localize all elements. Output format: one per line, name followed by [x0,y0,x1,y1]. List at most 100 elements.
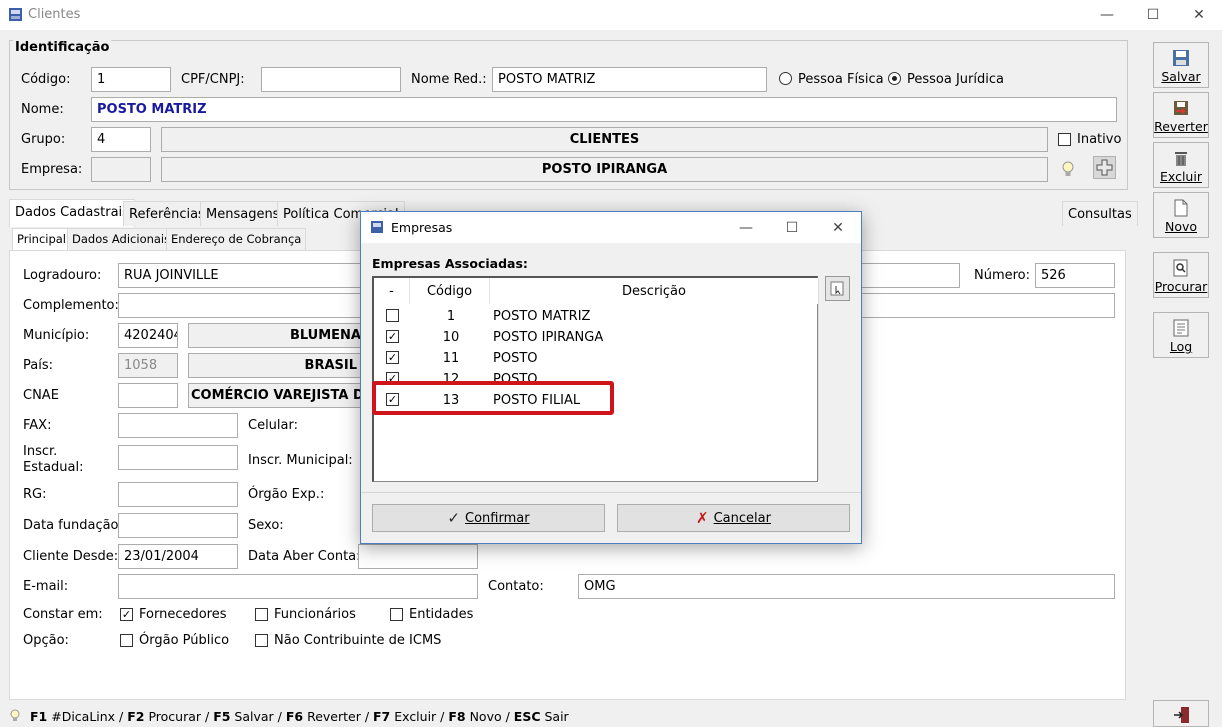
cnae-code-input[interactable] [118,383,178,408]
data-fundacao-input[interactable] [118,513,238,538]
cancelar-button[interactable]: ✗ Cancelar [617,504,850,532]
esc-key: ESC [513,709,541,724]
logradouro-input[interactable]: RUA JOINVILLE [118,263,368,288]
tab-consultas[interactable]: Consultas [1062,201,1138,226]
grupo-description: CLIENTES [161,127,1048,152]
email-input[interactable] [118,574,478,599]
complemento-input[interactable] [118,293,368,318]
f6-key: F6 [285,709,304,724]
pessoa-fisica-radio[interactable] [779,72,792,85]
dialog-divider [361,492,861,493]
tab-dados-cadastrais[interactable]: Dados Cadastrais [9,199,135,227]
dialog-title-bar: Empresas — ☐ ✕ [361,212,861,243]
procurar-label: Procurar [1154,279,1208,294]
row-checkbox[interactable]: ✓ [386,351,399,364]
novo-button[interactable]: Novo [1153,192,1209,238]
excluir-button[interactable]: Excluir [1153,142,1209,188]
pessoa-juridica-radio[interactable] [888,72,901,85]
maximize-button[interactable]: ☐ [1130,0,1176,30]
nomered-input[interactable]: POSTO MATRIZ [492,67,767,92]
lightbulb-icon[interactable] [1061,160,1075,178]
grid-select-button[interactable] [825,276,850,301]
numero-input[interactable]: 526 [1035,263,1115,288]
row-checkbox[interactable]: ✓ [386,330,399,343]
col-check-header[interactable]: - [374,278,410,304]
inscr-estadual-label: Inscr. Estadual: [23,444,84,475]
fax-input[interactable] [118,413,238,438]
grupo-input[interactable]: 4 [91,127,151,152]
close-button[interactable]: ✕ [1176,0,1222,30]
cliente-desde-input[interactable]: 23/01/2004 [118,544,238,569]
fornecedores-checkbox[interactable]: ✓ [120,608,133,621]
status-bar: F1 #DicaLinx / F2 Procurar / F5 Salvar /… [0,705,1140,727]
logradouro-input-tail[interactable] [860,263,960,288]
reverter-button[interactable]: Reverter [1153,92,1209,138]
tab-mensagens[interactable]: Mensagens [200,201,286,226]
inativo-checkbox[interactable] [1058,133,1071,146]
pessoa-fisica-label: Pessoa Física [798,72,884,87]
municipio-label: Município: [23,328,90,343]
codigo-input[interactable]: 1 [91,67,171,92]
entidades-label: Entidades [409,607,474,622]
f1-key: F1 [30,709,48,724]
window-title: Clientes [28,7,81,22]
confirmar-button[interactable]: ✓ Confirmar [372,504,605,532]
lightbulb-icon [10,709,20,721]
dialog-close-button[interactable]: ✕ [815,212,861,243]
data-aber-conta-input[interactable] [358,544,478,569]
col-codigo-header[interactable]: Código [410,278,490,304]
grid-header: - Código Descrição [374,278,818,304]
inscr-estadual-input[interactable] [118,445,238,470]
grid-row[interactable]: 1 POSTO MATRIZ [374,306,818,327]
minimize-button[interactable]: — [1084,0,1130,30]
grupo-label: Grupo: [21,132,66,147]
add-empresa-button[interactable] [1093,156,1116,179]
pais-code-input[interactable]: 1058 [118,353,178,378]
orgao-exp-label: Órgão Exp.: [248,487,325,502]
dialog-minimize-button[interactable]: — [723,212,769,243]
cliente-desde-label: Cliente Desde: [23,549,119,564]
tab-referencias[interactable]: Referências [123,201,211,226]
nao-contribuinte-label: Não Contribuinte de ICMS [274,633,442,648]
nao-contribuinte-checkbox[interactable] [255,634,268,647]
dialog-maximize-button[interactable]: ☐ [769,212,815,243]
grid-row[interactable]: ✓ 11 POSTO [374,348,818,369]
contato-input[interactable]: OMG [578,574,1115,599]
municipio-code-input[interactable]: 4202404 [118,323,178,348]
salvar-button[interactable]: Salvar [1153,42,1209,88]
cnae-description: COMÉRCIO VAREJISTA DE C [188,383,368,408]
grid-row[interactable]: ✓ 10 POSTO IPIRANGA [374,327,818,348]
subtab-principal[interactable]: Principal [12,228,72,250]
sair-button[interactable] [1153,700,1209,727]
f7-key: F7 [373,709,391,724]
funcionarios-label: Funcionários [274,607,356,622]
f2-text: Procurar / [144,709,214,724]
entidades-checkbox[interactable] [390,608,403,621]
rg-input[interactable] [118,482,238,507]
email-label: E-mail: [23,579,69,594]
f8-key: F8 [448,709,466,724]
funcionarios-checkbox[interactable] [255,608,268,621]
cpf-input[interactable] [261,67,401,92]
log-button[interactable]: Log [1153,312,1209,358]
f6-text: Reverter / [303,709,374,724]
row-checkbox[interactable] [386,309,399,322]
subtab-endereco-cobranca[interactable]: Endereço de Cobrança [166,228,307,250]
exit-door-icon [1174,707,1189,723]
procurar-button[interactable]: Procurar [1153,252,1209,298]
app-icon [9,8,22,21]
f7-text: Excluir / [390,709,449,724]
floppy-icon [1173,50,1189,66]
numero-label: Número: [974,268,1031,283]
search-icon [1173,259,1188,277]
empresa-input[interactable] [91,157,151,182]
subtab-dados-adicionais[interactable]: Dados Adicionais [67,228,176,250]
plus-icon [1096,159,1113,176]
orgao-publico-checkbox[interactable] [120,634,133,647]
complemento-label: Complemento: [23,298,119,313]
col-descricao-header[interactable]: Descrição [490,278,818,304]
nome-input[interactable]: POSTO MATRIZ [91,97,1117,122]
empresas-grid: - Código Descrição 1 POSTO MATRIZ ✓ 10 P… [372,276,819,482]
orgao-publico-label: Órgão Público [139,633,230,648]
complemento-input-tail[interactable] [860,293,1115,318]
